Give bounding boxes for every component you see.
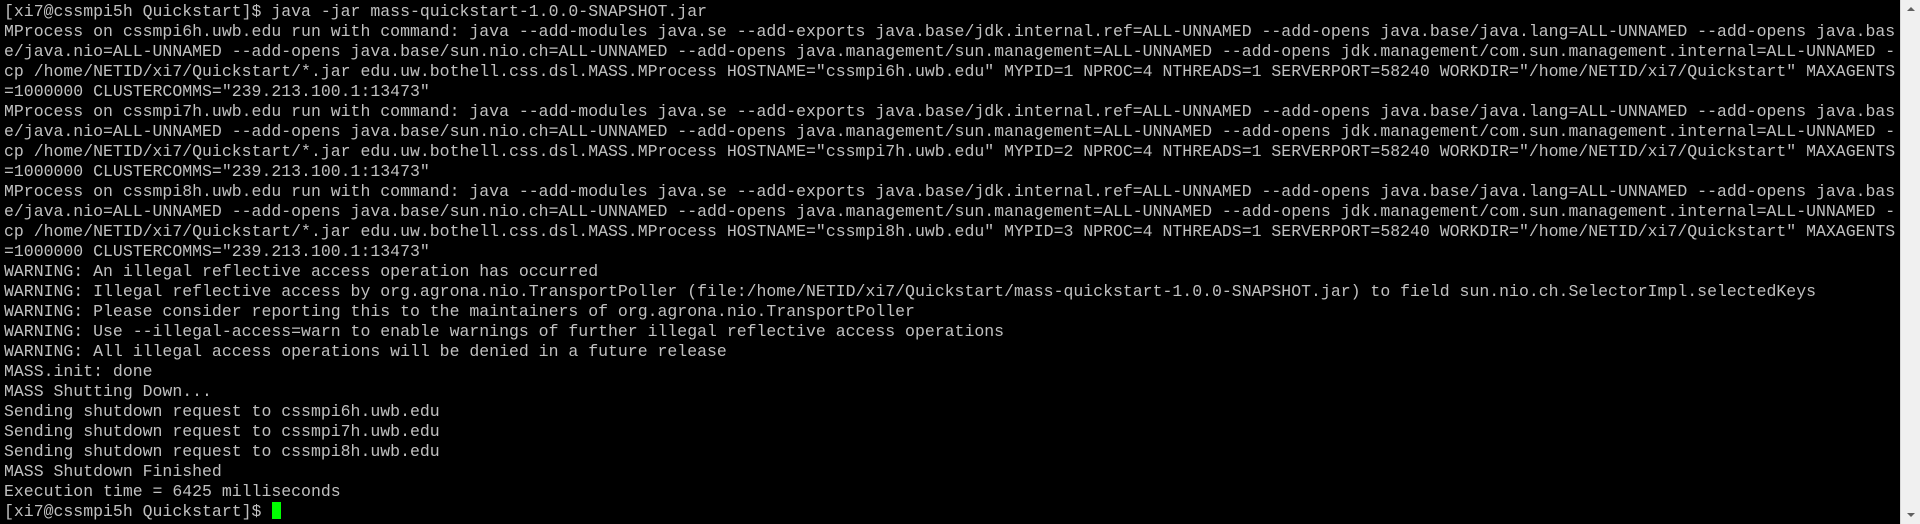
scroll-track[interactable] xyxy=(1901,18,1920,506)
terminal-line: WARNING: Please consider reporting this … xyxy=(4,302,915,321)
terminal-window[interactable]: [xi7@cssmpi5h Quickstart]$ java -jar mas… xyxy=(0,0,1900,524)
terminal-line: MASS Shutting Down... xyxy=(4,382,212,401)
terminal-line: WARNING: Use --illegal-access=warn to en… xyxy=(4,322,1005,341)
vertical-scrollbar[interactable] xyxy=(1900,0,1920,524)
scroll-down-arrow-icon[interactable] xyxy=(1901,506,1920,524)
terminal-line: WARNING: Illegal reflective access by or… xyxy=(4,282,1816,301)
terminal-output: [xi7@cssmpi5h Quickstart]$ java -jar mas… xyxy=(4,2,1896,522)
terminal-line: Execution time = 6425 milliseconds xyxy=(4,482,341,501)
terminal-line: [xi7@cssmpi5h Quickstart]$ java -jar mas… xyxy=(4,2,708,21)
terminal-line: Sending shutdown request to cssmpi8h.uwb… xyxy=(4,442,440,461)
terminal-line: WARNING: An illegal reflective access op… xyxy=(4,262,599,281)
terminal-line: Sending shutdown request to cssmpi6h.uwb… xyxy=(4,402,440,421)
terminal-line: MASS Shutdown Finished xyxy=(4,462,222,481)
shell-prompt: [xi7@cssmpi5h Quickstart]$ xyxy=(4,502,272,521)
prompt-line[interactable]: [xi7@cssmpi5h Quickstart]$ xyxy=(4,502,1896,522)
terminal-line: Sending shutdown request to cssmpi7h.uwb… xyxy=(4,422,440,441)
terminal-line: WARNING: All illegal access operations w… xyxy=(4,342,727,361)
scroll-up-arrow-icon[interactable] xyxy=(1901,0,1920,18)
terminal-line: MASS.init: done xyxy=(4,362,153,381)
terminal-line: MProcess on cssmpi8h.uwb.edu run with co… xyxy=(4,182,1896,261)
text-cursor xyxy=(272,502,282,519)
terminal-line: MProcess on cssmpi6h.uwb.edu run with co… xyxy=(4,22,1896,101)
terminal-line: MProcess on cssmpi7h.uwb.edu run with co… xyxy=(4,102,1896,181)
